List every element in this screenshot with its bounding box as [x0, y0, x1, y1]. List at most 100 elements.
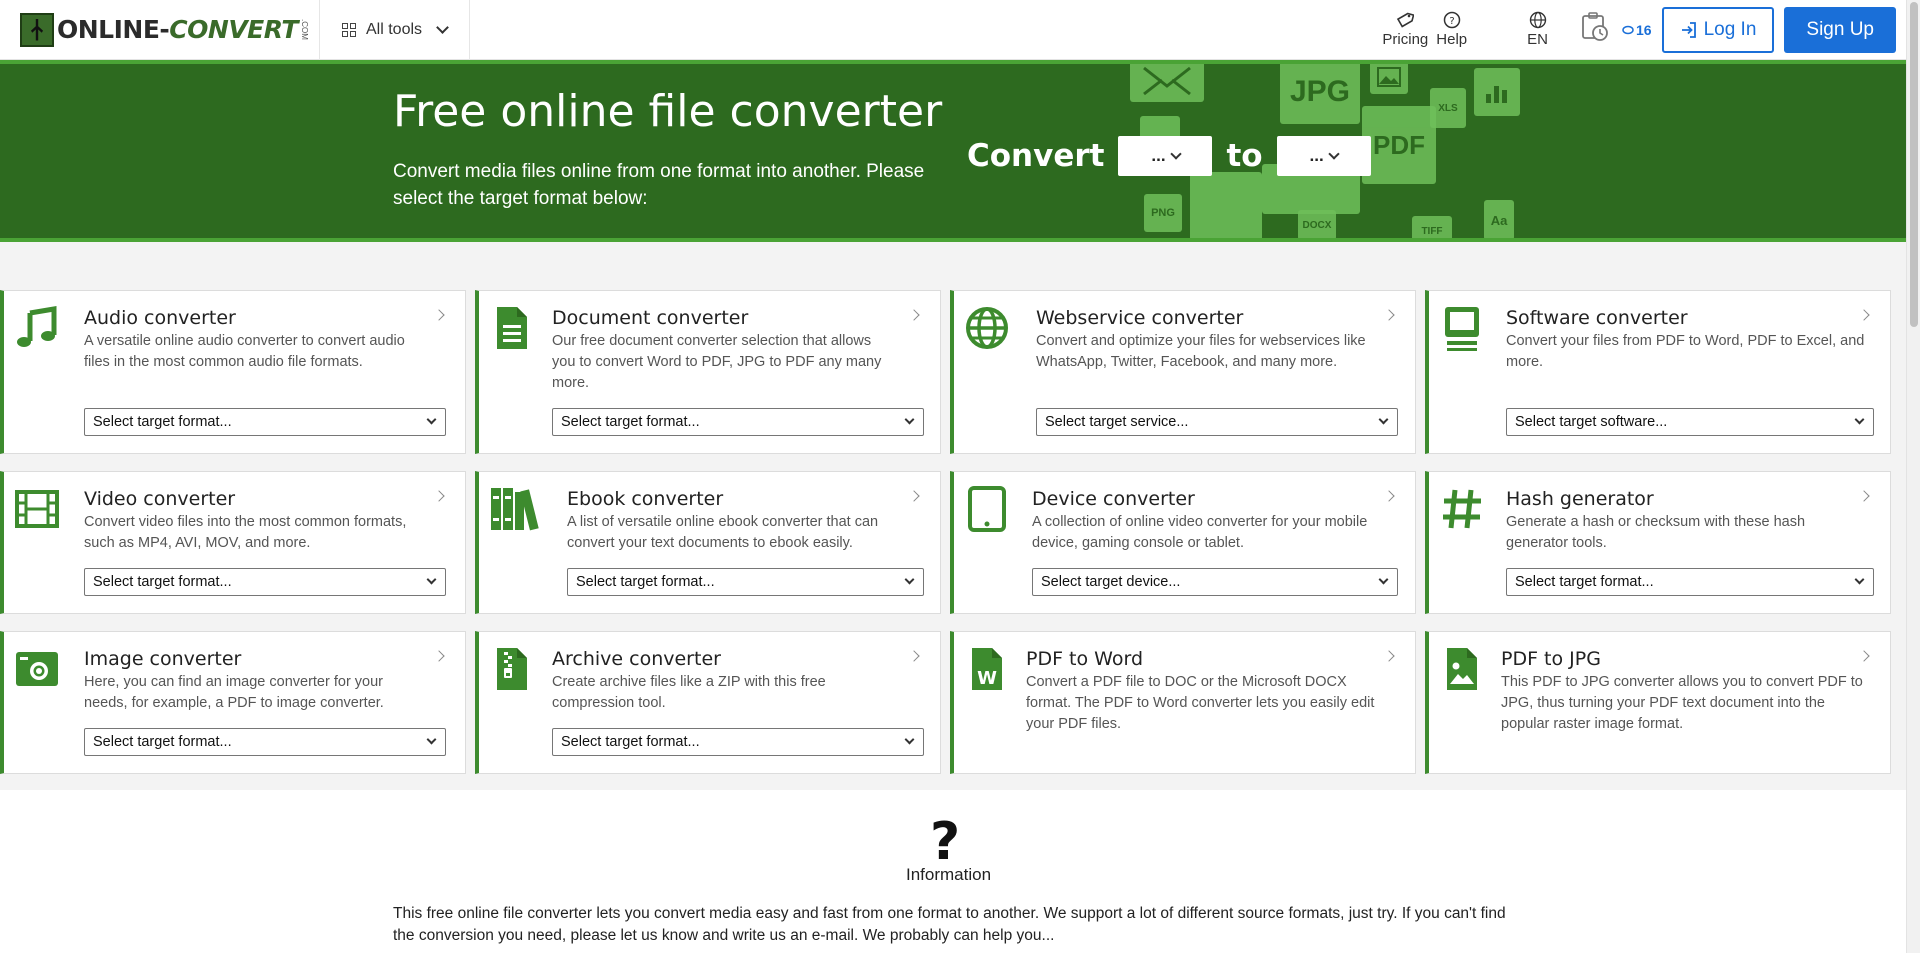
- login-button[interactable]: Log In: [1661, 6, 1775, 53]
- card-title: Image converter: [84, 648, 242, 670]
- all-tools-menu[interactable]: All tools: [320, 0, 471, 60]
- chevron-right-icon: [1858, 309, 1870, 321]
- credits-counter[interactable]: 16: [1622, 22, 1652, 38]
- monitor-icon: [1445, 307, 1479, 351]
- source-format-select[interactable]: ...: [1118, 136, 1213, 176]
- chevron-right-icon: [433, 650, 445, 662]
- card-video-converter[interactable]: Video converter Convert video files into…: [0, 471, 466, 614]
- chevron-right-icon: [908, 490, 920, 502]
- font-tile-icon: Aa: [1484, 200, 1514, 238]
- chart-tile-icon: [1474, 68, 1520, 116]
- card-description: Here, you can find an image converter fo…: [84, 674, 384, 711]
- card-title: Audio converter: [84, 307, 236, 329]
- chevron-down-icon: [426, 574, 437, 585]
- help-link[interactable]: ? Help: [1432, 11, 1471, 48]
- page-scrollbar[interactable]: [1906, 0, 1920, 953]
- target-software-select[interactable]: Select target software...: [1506, 408, 1874, 436]
- chevron-right-icon: [433, 490, 445, 502]
- target-format-select[interactable]: Select target format...: [84, 728, 446, 756]
- site-logo[interactable]: ONLINE-CONVERT .COM: [0, 0, 320, 60]
- card-pdf-to-jpg[interactable]: PDF to JPG This PDF to JPG converter all…: [1425, 631, 1891, 774]
- top-navigation-bar: ONLINE-CONVERT .COM All tools Pricing ? …: [0, 0, 1906, 60]
- image-tile-icon: [1370, 64, 1408, 94]
- books-icon: [491, 488, 539, 531]
- chevron-down-icon: [904, 414, 915, 425]
- chevron-down-icon: [904, 734, 915, 745]
- file-tile-pdf: PDF: [1362, 106, 1436, 184]
- chevron-down-icon: [1854, 574, 1865, 585]
- download-tile-icon: [1190, 172, 1262, 238]
- card-title: Software converter: [1506, 307, 1688, 329]
- target-format-select[interactable]: Select target format...: [1506, 568, 1874, 596]
- image-file-icon: [1447, 648, 1477, 690]
- file-tile-png: PNG: [1144, 194, 1182, 232]
- zip-file-icon: [497, 648, 527, 690]
- quick-convert: Convert ... to ...: [967, 136, 1371, 176]
- chevron-down-icon: [904, 574, 915, 585]
- card-description: Our free document converter selection th…: [552, 333, 882, 391]
- chevron-down-icon: [1378, 414, 1389, 425]
- chevron-down-icon: [1169, 147, 1182, 160]
- history-clock-icon[interactable]: [1580, 11, 1610, 48]
- globe-icon: [966, 307, 1008, 349]
- logo-text: ONLINE-CONVERT: [57, 15, 298, 44]
- card-software-converter[interactable]: Software converter Convert your files fr…: [1425, 290, 1891, 454]
- card-description: This PDF to JPG converter allows you to …: [1501, 674, 1863, 732]
- chevron-right-icon: [908, 650, 920, 662]
- card-description: Convert a PDF file to DOC or the Microso…: [1026, 674, 1375, 732]
- target-format-select[interactable]: Select target format...: [567, 568, 924, 596]
- chevron-right-icon: [908, 309, 920, 321]
- card-archive-converter[interactable]: Archive converter Create archive files l…: [475, 631, 941, 774]
- coin-icon: [1622, 25, 1634, 34]
- target-format-select[interactable]: ...: [1276, 136, 1371, 176]
- card-webservice-converter[interactable]: Webservice converter Convert and optimiz…: [950, 290, 1416, 454]
- chevron-right-icon: [1383, 309, 1395, 321]
- film-icon: [15, 490, 59, 528]
- login-icon: [1681, 21, 1696, 38]
- card-document-converter[interactable]: Document converter Our free document con…: [475, 290, 941, 454]
- card-title: Document converter: [552, 307, 749, 329]
- svg-text:W: W: [977, 668, 997, 689]
- chevron-right-icon: [433, 309, 445, 321]
- language-selector[interactable]: EN: [1523, 11, 1552, 48]
- card-device-converter[interactable]: Device converter A collection of online …: [950, 471, 1416, 614]
- card-description: Convert video files into the most common…: [84, 514, 407, 551]
- hero-subtitle: Convert media files online from one form…: [393, 161, 925, 209]
- card-title: Video converter: [84, 488, 236, 510]
- card-description: A list of versatile online ebook convert…: [567, 514, 879, 551]
- card-title: Archive converter: [552, 648, 721, 670]
- camera-icon: [16, 652, 58, 686]
- information-section: ? Information This free online file conv…: [0, 790, 1906, 953]
- scrollbar-thumb[interactable]: [1910, 2, 1918, 327]
- card-title: PDF to JPG: [1501, 648, 1601, 670]
- logo-mark-icon: [20, 12, 54, 47]
- tag-icon: [1397, 12, 1415, 28]
- target-format-select[interactable]: Select target format...: [552, 728, 924, 756]
- card-pdf-to-word[interactable]: W PDF to Word Convert a PDF file to DOC …: [950, 631, 1416, 774]
- card-hash-generator[interactable]: Hash generator Generate a hash or checks…: [1425, 471, 1891, 614]
- card-description: A collection of online video converter f…: [1032, 514, 1368, 551]
- target-format-select[interactable]: Select target format...: [84, 408, 446, 436]
- target-device-select[interactable]: Select target device...: [1032, 568, 1398, 596]
- chevron-right-icon: [1858, 490, 1870, 502]
- svg-text:?: ?: [1449, 16, 1454, 27]
- signup-button[interactable]: Sign Up: [1784, 6, 1896, 53]
- globe-icon: [1529, 11, 1546, 29]
- to-label: to: [1226, 138, 1263, 174]
- chevron-down-icon: [436, 20, 449, 34]
- chevron-down-icon: [426, 734, 437, 745]
- card-audio-converter[interactable]: Audio converter A versatile online audio…: [0, 290, 466, 454]
- card-ebook-converter[interactable]: Ebook converter A list of versatile onli…: [475, 471, 941, 614]
- target-format-select[interactable]: Select target format...: [552, 408, 924, 436]
- chevron-right-icon: [1858, 650, 1870, 662]
- file-tile-docx: DOCX: [1298, 210, 1336, 238]
- chevron-down-icon: [426, 414, 437, 425]
- hero-banner: JPG XLS PDF PNG DOCX TIFF Aa Free online…: [0, 60, 1906, 242]
- pricing-link[interactable]: Pricing: [1378, 11, 1432, 48]
- target-format-select[interactable]: Select target format...: [84, 568, 446, 596]
- card-image-converter[interactable]: Image converter Here, you can find an im…: [0, 631, 466, 774]
- card-title: Ebook converter: [567, 488, 724, 510]
- target-service-select[interactable]: Select target service...: [1036, 408, 1398, 436]
- card-description: Create archive files like a ZIP with thi…: [552, 674, 826, 711]
- pricing-label: Pricing: [1382, 31, 1429, 48]
